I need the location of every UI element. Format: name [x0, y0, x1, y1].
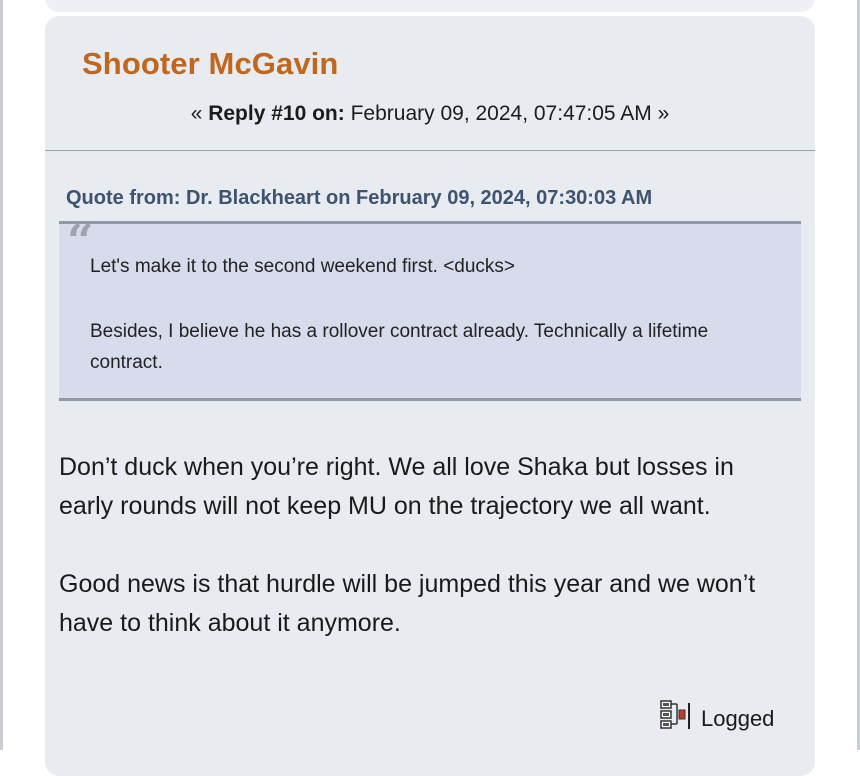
quote-header-link[interactable]: Quote from: Dr. Blackheart on February 0… — [66, 187, 652, 210]
quote-paragraph: Let's make it to the second weekend firs… — [90, 256, 516, 277]
post-divider — [45, 150, 815, 151]
post-timestamp: February 09, 2024, 07:47:05 AM — [350, 102, 652, 125]
post-paragraph: Good news is that hurdle will be jumped … — [59, 570, 756, 637]
reply-number-link[interactable]: Reply #10 on: — [208, 102, 345, 125]
post-body: Don’t duck when you’re right. We all lov… — [59, 448, 794, 643]
logged-label: Logged — [701, 706, 775, 731]
ip-logged: Logged — [659, 692, 774, 732]
post-paragraph: Don’t duck when you’re right. We all lov… — [59, 453, 734, 520]
meta-prefix: « — [190, 102, 209, 125]
page-frame-left — [0, 0, 3, 750]
quote-paragraph: Besides, I believe he has a rollover con… — [90, 321, 709, 373]
post-meta: « Reply #10 on: February 09, 2024, 07:47… — [45, 102, 815, 126]
meta-suffix: » — [651, 102, 670, 125]
previous-post-card — [45, 0, 815, 12]
ip-logged-icon — [659, 698, 695, 732]
quote-block: “ Let's make it to the second weekend fi… — [59, 218, 801, 401]
poster-name[interactable]: Shooter McGavin — [82, 46, 338, 82]
forum-post: Shooter McGavin « Reply #10 on: February… — [45, 16, 815, 776]
